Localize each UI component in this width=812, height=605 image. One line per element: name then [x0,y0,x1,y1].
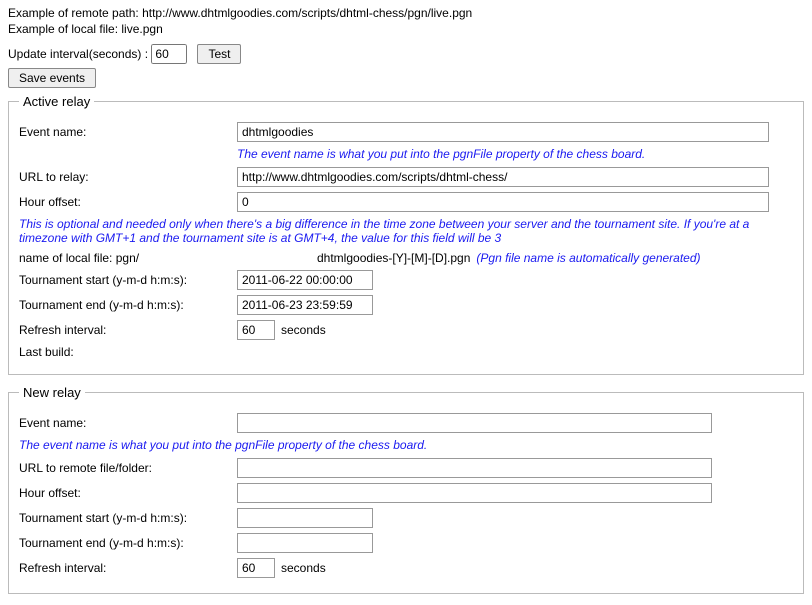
active-last-build-label: Last build: [19,345,237,359]
new-relay-fieldset: New relay Event name: The event name is … [8,385,804,594]
new-tstart-input[interactable] [237,508,373,528]
active-local-file-hint: (Pgn file name is automatically generate… [476,251,700,265]
active-hour-offset-label: Hour offset: [19,195,237,209]
active-local-file-value: dhtmlgoodies-[Y]-[M]-[D].pgn [317,251,470,265]
update-interval-input[interactable] [151,44,187,64]
new-relay-legend: New relay [19,385,85,400]
active-url-input[interactable] [237,167,769,187]
active-tend-label: Tournament end (y-m-d h:m:s): [19,298,237,312]
active-event-name-input[interactable] [237,122,769,142]
new-url-label: URL to remote file/folder: [19,461,237,475]
update-interval-label: Update interval(seconds) : [8,47,148,61]
new-hour-offset-label: Hour offset: [19,486,237,500]
active-refresh-unit: seconds [281,323,326,337]
active-relay-legend: Active relay [19,94,94,109]
active-relay-fieldset: Active relay Event name: The event name … [8,94,804,375]
active-tend-input[interactable] [237,295,373,315]
active-url-label: URL to relay: [19,170,237,184]
new-event-name-hint: The event name is what you put into the … [19,438,793,452]
new-tstart-label: Tournament start (y-m-d h:m:s): [19,511,237,525]
new-refresh-input[interactable] [237,558,275,578]
active-hour-offset-hint: This is optional and needed only when th… [19,217,793,245]
active-local-file-label: name of local file: pgn/ [19,251,237,265]
active-hour-offset-input[interactable] [237,192,769,212]
new-tend-label: Tournament end (y-m-d h:m:s): [19,536,237,550]
new-event-name-input[interactable] [237,413,712,433]
active-tstart-input[interactable] [237,270,373,290]
example-local-text: Example of local file: live.pgn [8,22,804,36]
save-events-button[interactable]: Save events [8,68,96,88]
example-remote-text: Example of remote path: http://www.dhtml… [8,6,804,20]
new-hour-offset-input[interactable] [237,483,712,503]
active-event-name-label: Event name: [19,125,237,139]
active-tstart-label: Tournament start (y-m-d h:m:s): [19,273,237,287]
new-refresh-unit: seconds [281,561,326,575]
new-tend-input[interactable] [237,533,373,553]
new-url-input[interactable] [237,458,712,478]
active-refresh-label: Refresh interval: [19,323,237,337]
active-refresh-input[interactable] [237,320,275,340]
test-button[interactable]: Test [197,44,241,64]
new-event-name-label: Event name: [19,416,123,430]
active-event-name-hint: The event name is what you put into the … [237,147,793,161]
new-refresh-label: Refresh interval: [19,561,237,575]
